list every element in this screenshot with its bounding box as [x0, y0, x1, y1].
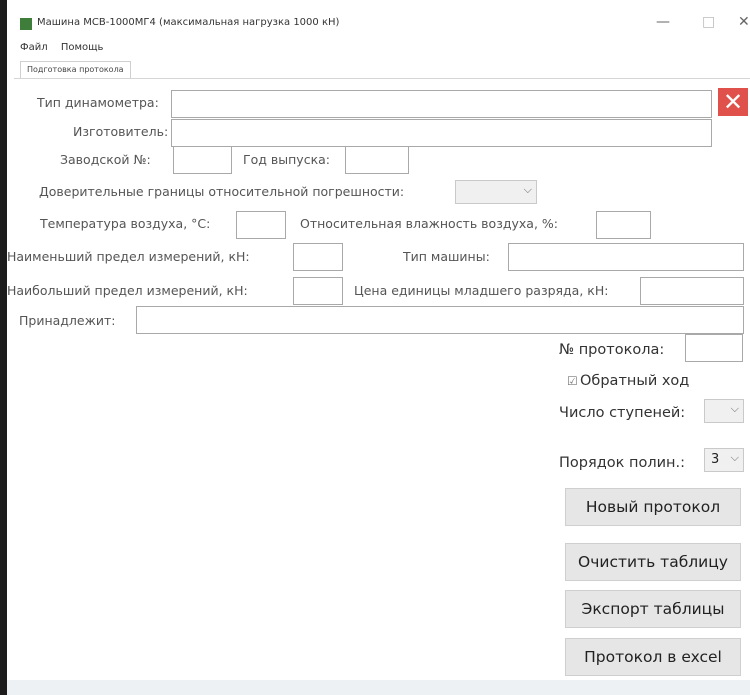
- machine-type-label: Тип машины:: [403, 249, 490, 264]
- unit-price-label: Цена единицы младшего разряда, кН:: [354, 283, 609, 298]
- maximize-button[interactable]: □: [702, 14, 715, 30]
- export-table-button[interactable]: Экспорт таблицы: [565, 590, 741, 628]
- belongs-to-input[interactable]: [136, 306, 744, 334]
- app-icon: [20, 18, 32, 30]
- unit-price-input[interactable]: [640, 277, 744, 305]
- air-temp-input[interactable]: [236, 211, 286, 239]
- reverse-stroke-checkbox[interactable]: ☑: [567, 373, 578, 389]
- poly-order-value: 3: [711, 452, 720, 467]
- window-title: Машина МСВ-1000МГ4 (максимальная нагрузк…: [37, 17, 340, 28]
- status-bar: [7, 680, 750, 695]
- reverse-stroke-label: Обратный ход: [580, 373, 690, 389]
- clear-form-x-button[interactable]: ✕: [718, 88, 748, 116]
- chevron-down-icon: ⌵: [730, 402, 739, 415]
- min-limit-input[interactable]: [293, 243, 343, 271]
- clear-table-button[interactable]: Очистить таблицу: [565, 543, 741, 581]
- tab-prepare-protocol[interactable]: Подготовка протокола: [20, 61, 131, 78]
- tab-strip: Подготовка протокола: [14, 58, 750, 79]
- steps-count-select[interactable]: ⌵: [704, 399, 744, 423]
- protocol-excel-button[interactable]: Протокол в excel: [565, 638, 741, 676]
- serial-no-label: Заводской №:: [60, 152, 151, 167]
- checkbox-checked-icon: ☑: [567, 374, 578, 388]
- menu-bar: Файл Помощь: [14, 42, 107, 58]
- max-limit-input[interactable]: [293, 277, 343, 305]
- max-limit-label: Наибольший предел измерений, кН:: [7, 283, 248, 298]
- air-temp-label: Температура воздуха, °С:: [40, 216, 211, 231]
- min-limit-label: Наименьший предел измерений, кН:: [7, 249, 250, 264]
- minimize-button[interactable]: —: [656, 14, 670, 30]
- protocol-no-label: № протокола:: [559, 342, 665, 358]
- machine-type-input[interactable]: [508, 243, 744, 271]
- belongs-to-label: Принадлежит:: [19, 313, 116, 328]
- dynamometer-type-label: Тип динамометра:: [37, 95, 159, 110]
- manufacturer-label: Изготовитель:: [73, 124, 169, 139]
- poly-order-select[interactable]: 3 ⌵: [704, 448, 744, 472]
- steps-count-label: Число ступеней:: [559, 405, 686, 421]
- confidence-bounds-label: Доверительные границы относительной погр…: [39, 184, 405, 199]
- menu-help[interactable]: Помощь: [61, 42, 104, 53]
- close-window-button[interactable]: ✕: [738, 14, 750, 30]
- chevron-down-icon: ⌵: [523, 183, 532, 196]
- new-protocol-button[interactable]: Новый протокол: [565, 488, 741, 526]
- protocol-no-input[interactable]: [685, 334, 743, 362]
- dynamometer-type-input[interactable]: [171, 90, 712, 118]
- serial-no-input[interactable]: [173, 146, 232, 174]
- menu-file[interactable]: Файл: [20, 42, 48, 53]
- year-input[interactable]: [345, 146, 409, 174]
- title-bar: Машина МСВ-1000МГ4 (максимальная нагрузк…: [14, 8, 750, 44]
- chevron-down-icon: ⌵: [730, 451, 739, 464]
- humidity-label: Относительная влажность воздуха, %:: [300, 216, 558, 231]
- humidity-input[interactable]: [596, 211, 651, 239]
- manufacturer-input[interactable]: [171, 119, 712, 147]
- year-label: Год выпуска:: [243, 152, 330, 167]
- confidence-bounds-select[interactable]: ⌵: [455, 180, 537, 204]
- poly-order-label: Порядок полин.:: [559, 455, 685, 471]
